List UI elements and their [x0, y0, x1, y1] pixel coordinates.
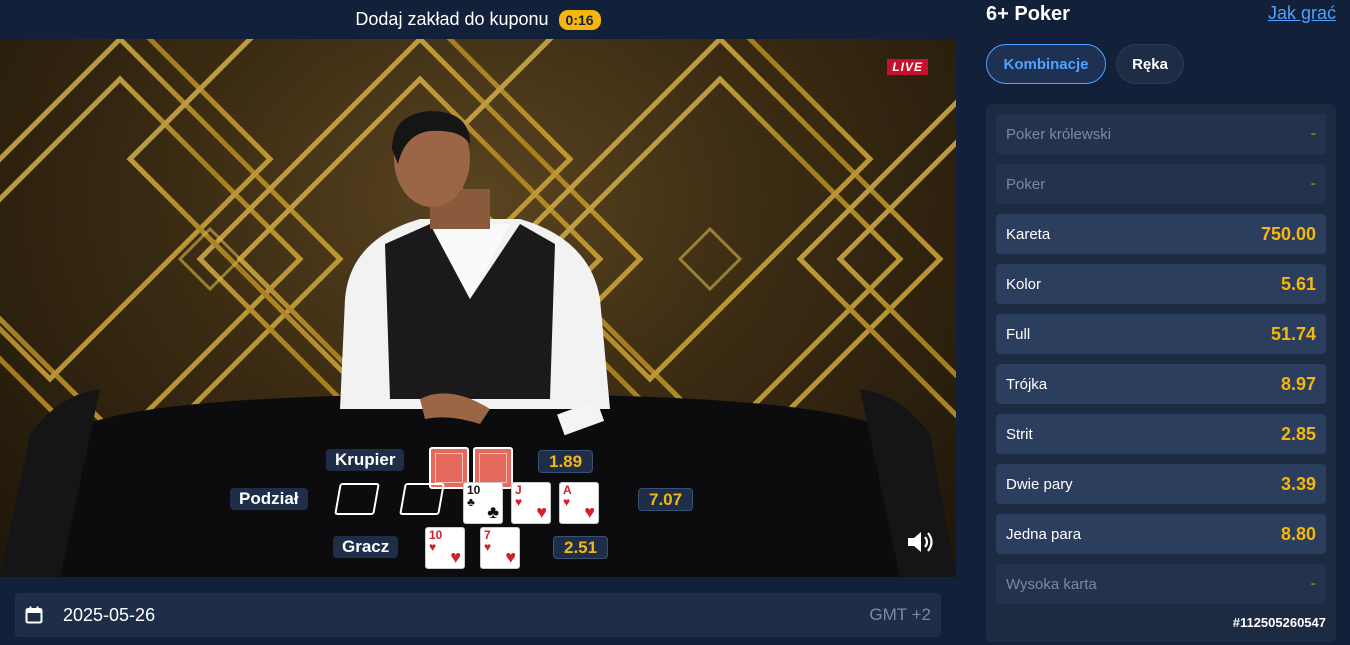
bet-option-name: Trójka — [1006, 375, 1048, 393]
bet-option[interactable]: Kolor 5.61 — [996, 264, 1326, 304]
bet-option-name: Dwie pary — [1006, 475, 1073, 493]
player-odds-badge[interactable]: 2.51 — [553, 536, 609, 559]
round-id: #112505260547 — [1232, 615, 1326, 630]
countdown-timer: 0:16 — [558, 9, 601, 30]
bet-option-name: Jedna para — [1006, 525, 1082, 543]
live-video[interactable]: LIVE Krupier 1.89 Podział 10 ♣ ♣ J ♥ ♥ A — [0, 39, 956, 577]
player-row-label: Gracz — [333, 536, 399, 558]
bet-option[interactable]: Kareta 750.00 — [996, 214, 1326, 254]
selected-date: 2025-05-26 — [63, 604, 156, 625]
empty-card-slot — [399, 483, 445, 515]
empty-card-slot — [334, 483, 380, 515]
app-root: Dodaj zakład do kuponu 0:16 LIVE Krupier… — [0, 0, 1350, 645]
bet-option: Wysoka karta - — [996, 564, 1326, 604]
bet-option: Poker - — [996, 164, 1326, 204]
bet-option[interactable]: Strit 2.85 — [996, 414, 1326, 454]
live-badge: LIVE — [887, 59, 928, 75]
bet-option-name: Poker — [1006, 175, 1046, 193]
bet-option-odds: 3.39 — [1280, 473, 1316, 494]
split-row-label: Podział — [230, 488, 308, 510]
tab-combinations[interactable]: Kombinacje — [986, 44, 1106, 84]
split-odds-badge[interactable]: 7.07 — [638, 488, 694, 511]
bet-option-odds: 750.00 — [1260, 223, 1316, 244]
calendar-icon — [25, 606, 43, 624]
bet-option-odds: - — [1310, 125, 1316, 142]
stream-column: Dodaj zakład do kuponu 0:16 LIVE Krupier… — [0, 0, 956, 645]
bet-option[interactable]: Dwie pary 3.39 — [996, 464, 1326, 504]
bet-option-name: Strit — [1006, 425, 1033, 443]
bet-option-odds: - — [1310, 575, 1316, 592]
bet-prompt-banner: Dodaj zakład do kuponu 0:16 — [0, 0, 956, 39]
bet-option[interactable]: Trójka 8.97 — [996, 364, 1326, 404]
bet-option-name: Kolor — [1006, 275, 1042, 293]
bet-option-name: Poker królewski — [1006, 125, 1112, 143]
community-card: A ♥ ♥ — [559, 482, 599, 524]
dealer-row-label: Krupier — [326, 449, 405, 471]
player-card: 10 ♥ ♥ — [425, 527, 465, 569]
bet-option: Poker królewski - — [996, 114, 1326, 154]
bet-list: Wysoka karta - Jedna para 8.80 Dwie pary 3.39… — [986, 104, 1336, 642]
bet-option-odds: 8.80 — [1280, 523, 1316, 544]
bet-option-odds: 2.85 — [1280, 423, 1316, 444]
bet-option[interactable]: Full 51.74 — [996, 314, 1326, 354]
game-title: 6+ Poker — [986, 3, 1070, 25]
bet-prompt-text: Dodaj zakład do kuponu — [355, 9, 549, 29]
bet-option-name: Kareta — [1006, 225, 1051, 243]
bet-option-odds: 5.61 — [1280, 273, 1316, 294]
bet-option-odds: 51.74 — [1270, 323, 1316, 344]
bet-option-name: Wysoka karta — [1006, 575, 1097, 593]
bet-option-name: Full — [1006, 325, 1031, 343]
community-card: J ♥ ♥ — [511, 482, 551, 524]
tab-hand[interactable]: Ręka — [1116, 44, 1184, 84]
player-card: 7 ♥ ♥ — [480, 527, 520, 569]
bet-option[interactable]: Jedna para 8.80 — [996, 514, 1326, 554]
timezone-label: GMT +2 — [869, 605, 931, 624]
bet-panel: 6+ Poker Jak grać Kombinacje Ręka Wysoka… — [956, 0, 1350, 645]
how-to-play-link[interactable]: Jak grać — [1268, 3, 1336, 24]
bet-option-odds: 8.97 — [1280, 373, 1316, 394]
dealer-odds-badge[interactable]: 1.89 — [538, 450, 594, 473]
date-picker[interactable]: 2025-05-26 GMT +2 — [15, 593, 941, 637]
speaker-icon[interactable] — [906, 529, 934, 555]
bet-option-odds: - — [1310, 175, 1316, 192]
community-card: 10 ♣ ♣ — [463, 482, 503, 524]
